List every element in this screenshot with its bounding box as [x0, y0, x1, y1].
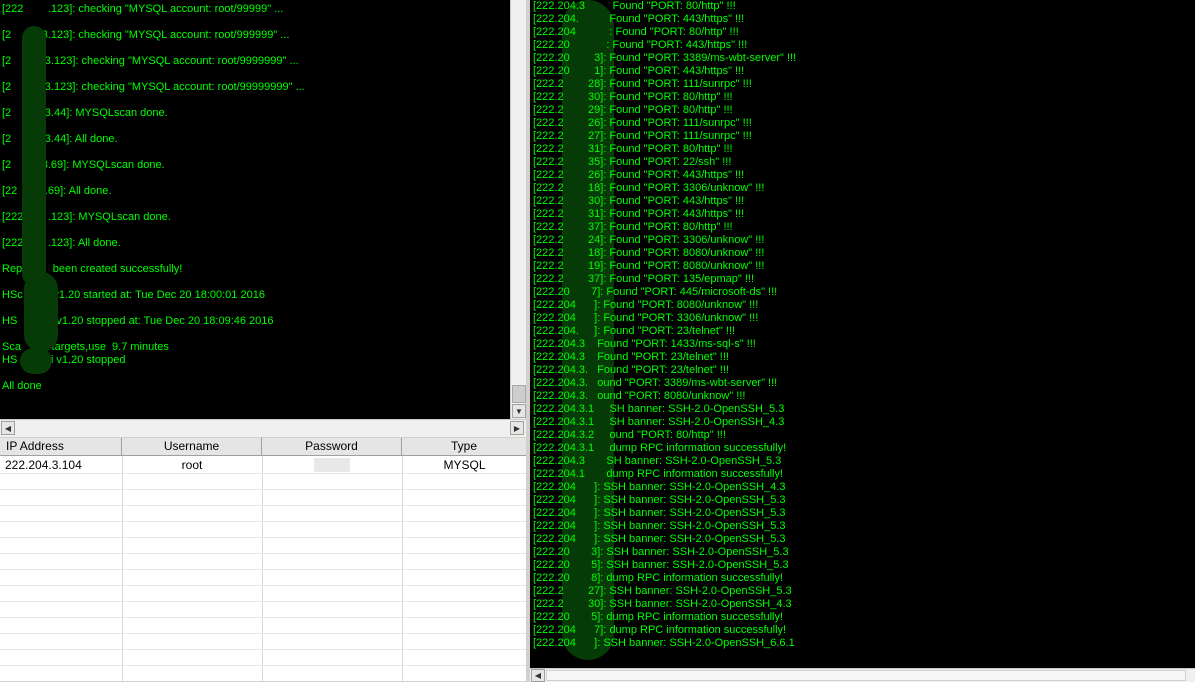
log-line: [222.204.3.1 SH banner: SSH-2.0-OpenSSH_…: [533, 403, 785, 415]
log-line: [222 .123]: checking "MYSQL account: roo…: [2, 3, 284, 15]
column-header-type[interactable]: Type: [402, 438, 527, 456]
row-divider: [0, 585, 527, 586]
port-log-horizontal-scrollbar[interactable]: ◀: [530, 668, 1195, 682]
log-line: [222.2 29]: Found "PORT: 80/http" !!!: [533, 104, 733, 116]
log-line: [222.204.3 SH banner: SSH-2.0-OpenSSH_5.…: [533, 455, 782, 467]
log-line: [222.204. ]: Found "PORT: 23/telnet" !!!: [533, 325, 736, 337]
log-line: [222.2 30]: Found "PORT: 443/https" !!!: [533, 195, 745, 207]
log-line: [222.204 : Found "PORT: 80/http" !!!: [533, 26, 739, 38]
column-header-username[interactable]: Username: [122, 438, 262, 456]
log-line: [222.204.3.1 SH banner: SSH-2.0-OpenSSH_…: [533, 416, 785, 428]
row-divider: [0, 649, 527, 650]
log-line: [222.20 3]: SSH banner: SSH-2.0-OpenSSH_…: [533, 546, 789, 558]
log-line: [222 .123]: All done.: [2, 237, 121, 249]
log-line: [222.204 ]: Found "PORT: 3306/unknow" !!…: [533, 312, 759, 324]
row-divider: [0, 665, 527, 666]
cell-ip-address: 222.204.3.104: [5, 458, 82, 472]
log-line: [222.2 37]: Found "PORT: 80/http" !!!: [533, 221, 733, 233]
column-header-ip-address[interactable]: IP Address: [0, 438, 122, 456]
log-line: [222.2 31]: Found "PORT: 80/http" !!!: [533, 143, 733, 155]
column-header-password[interactable]: Password: [262, 438, 402, 456]
row-divider: [0, 489, 527, 490]
scroll-left-arrow-icon[interactable]: ◀: [531, 669, 545, 682]
log-line: [222.20 8]: dump RPC information success…: [533, 572, 784, 584]
log-line: [222.204 ]: Found "PORT: 8080/unknow" !!…: [533, 299, 759, 311]
log-line: [222.2 31]: Found "PORT: 443/https" !!!: [533, 208, 745, 220]
log-line: [222.204.1 dump RPC information successf…: [533, 468, 784, 480]
log-line: [222.2 30]: SSH banner: SSH-2.0-OpenSSH_…: [533, 598, 792, 610]
scrollbar-thumb[interactable]: [512, 385, 526, 403]
log-line: [222.204.3.2 ound "PORT: 80/http" !!!: [533, 429, 726, 441]
log-line: All done: [2, 380, 42, 392]
log-line: [222.2 26]: Found "PORT: 443/https" !!!: [533, 169, 745, 181]
log-line: [22 .69]: All done.: [2, 185, 112, 197]
row-divider: [0, 633, 527, 634]
row-divider: [0, 553, 527, 554]
log-line: [222.20 1]: Found "PORT: 443/https" !!!: [533, 65, 745, 77]
log-line: [2 .3.123]: checking "MYSQL account: roo…: [2, 55, 299, 67]
log-line: [222.20 3]: Found "PORT: 3389/ms-wbt-ser…: [533, 52, 797, 64]
log-line: [222.2 37]: Found "PORT: 135/epmap" !!!: [533, 273, 755, 285]
scroll-left-arrow-icon[interactable]: ◀: [1, 421, 15, 435]
scroll-down-arrow-icon[interactable]: ▼: [512, 404, 526, 418]
log-line: [222.204 ]: SSH banner: SSH-2.0-OpenSSH_…: [533, 533, 786, 545]
log-line: [222.204 ]: SSH banner: SSH-2.0-OpenSSH_…: [533, 507, 786, 519]
log-line: [222.20 7]: Found "PORT: 445/microsoft-d…: [533, 286, 778, 298]
cell-username: root: [181, 458, 203, 472]
row-divider: [0, 521, 527, 522]
log-line: [222.2 28]: Found "PORT: 111/sunrpc" !!!: [533, 78, 752, 90]
scan-log-vertical-scrollbar[interactable]: ▼: [510, 0, 527, 419]
redaction-blur: [22, 26, 46, 286]
log-line: [222.204.3. ound "PORT: 8080/unknow" !!!: [533, 390, 746, 402]
log-line: [222.204 ]: SSH banner: SSH-2.0-OpenSSH_…: [533, 494, 786, 506]
redaction-blur: [20, 348, 52, 374]
log-line: [222.204.3 Found "PORT: 23/telnet" !!!: [533, 351, 729, 363]
row-divider: [0, 505, 527, 506]
log-line: [222.20 5]: SSH banner: SSH-2.0-OpenSSH_…: [533, 559, 789, 571]
scrollbar-thumb[interactable]: [546, 670, 1186, 681]
log-line: [222.204.3. ound "PORT: 3389/ms-wbt-serv…: [533, 377, 778, 389]
results-table[interactable]: IP Address Username Password Type 222.20…: [0, 438, 527, 681]
scan-log-pane[interactable]: [222 .123]: checking "MYSQL account: roo…: [0, 0, 510, 419]
log-line: [222.204. Found "PORT: 443/https" !!!: [533, 13, 745, 25]
cell-type: MYSQL: [443, 458, 486, 472]
row-divider: [0, 537, 527, 538]
log-line: [222.2 18]: Found "PORT: 8080/unknow" !!…: [533, 247, 765, 259]
log-line: [222.2 30]: Found "PORT: 80/http" !!!: [533, 91, 733, 103]
log-line: [222.2 19]: Found "PORT: 8080/unknow" !!…: [533, 260, 765, 272]
row-divider: [0, 569, 527, 570]
log-line: [222.20 : Found "PORT: 443/https" !!!: [533, 39, 748, 51]
log-line: [2 .3.44]: All done.: [2, 133, 118, 145]
log-line: [222.204 ]: SSH banner: SSH-2.0-OpenSSH_…: [533, 481, 786, 493]
log-line: [222.2 18]: Found "PORT: 3306/unknow" !!…: [533, 182, 765, 194]
scroll-right-arrow-icon[interactable]: ▶: [510, 421, 524, 435]
log-line: [222.2 27]: Found "PORT: 111/sunrpc" !!!: [533, 130, 752, 142]
redaction-blur: [24, 272, 58, 352]
log-line: [222.204.3. Found "PORT: 23/telnet" !!!: [533, 364, 729, 376]
log-line: [222.204.3 Found "PORT: 1433/ms-sql-s" !…: [533, 338, 756, 350]
log-line: [222.204.3 Found "PORT: 80/http" !!!: [533, 0, 736, 12]
port-scan-log-pane[interactable]: [222.204.3 Found "PORT: 80/http" !!! [222…: [530, 0, 1195, 668]
log-line: [222.204 7]: dump RPC information succes…: [533, 624, 787, 636]
log-line: [222.2 27]: SSH banner: SSH-2.0-OpenSSH_…: [533, 585, 792, 597]
log-line: [2 .3.123]: checking "MYSQL account: roo…: [2, 81, 305, 93]
log-line: [222.2 35]: Found "PORT: 22/ssh" !!!: [533, 156, 732, 168]
log-line: [222.204 ]: SSH banner: SSH-2.0-OpenSSH_…: [533, 520, 786, 532]
log-line: [222.20 5]: dump RPC information success…: [533, 611, 784, 623]
row-divider: [0, 601, 527, 602]
row-divider: [0, 473, 527, 474]
log-line: [222.204.3.1 dump RPC information succes…: [533, 442, 787, 454]
cell-password-redacted: [314, 458, 350, 472]
row-divider: [0, 617, 527, 618]
log-line: [222.2 24]: Found "PORT: 3306/unknow" !!…: [533, 234, 765, 246]
scan-log-horizontal-scrollbar[interactable]: ◀ ▶: [0, 419, 526, 437]
log-line: [222.2 26]: Found "PORT: 111/sunrpc" !!!: [533, 117, 752, 129]
log-line: [222.204 ]: SSH banner: SSH-2.0-OpenSSH_…: [533, 637, 795, 649]
